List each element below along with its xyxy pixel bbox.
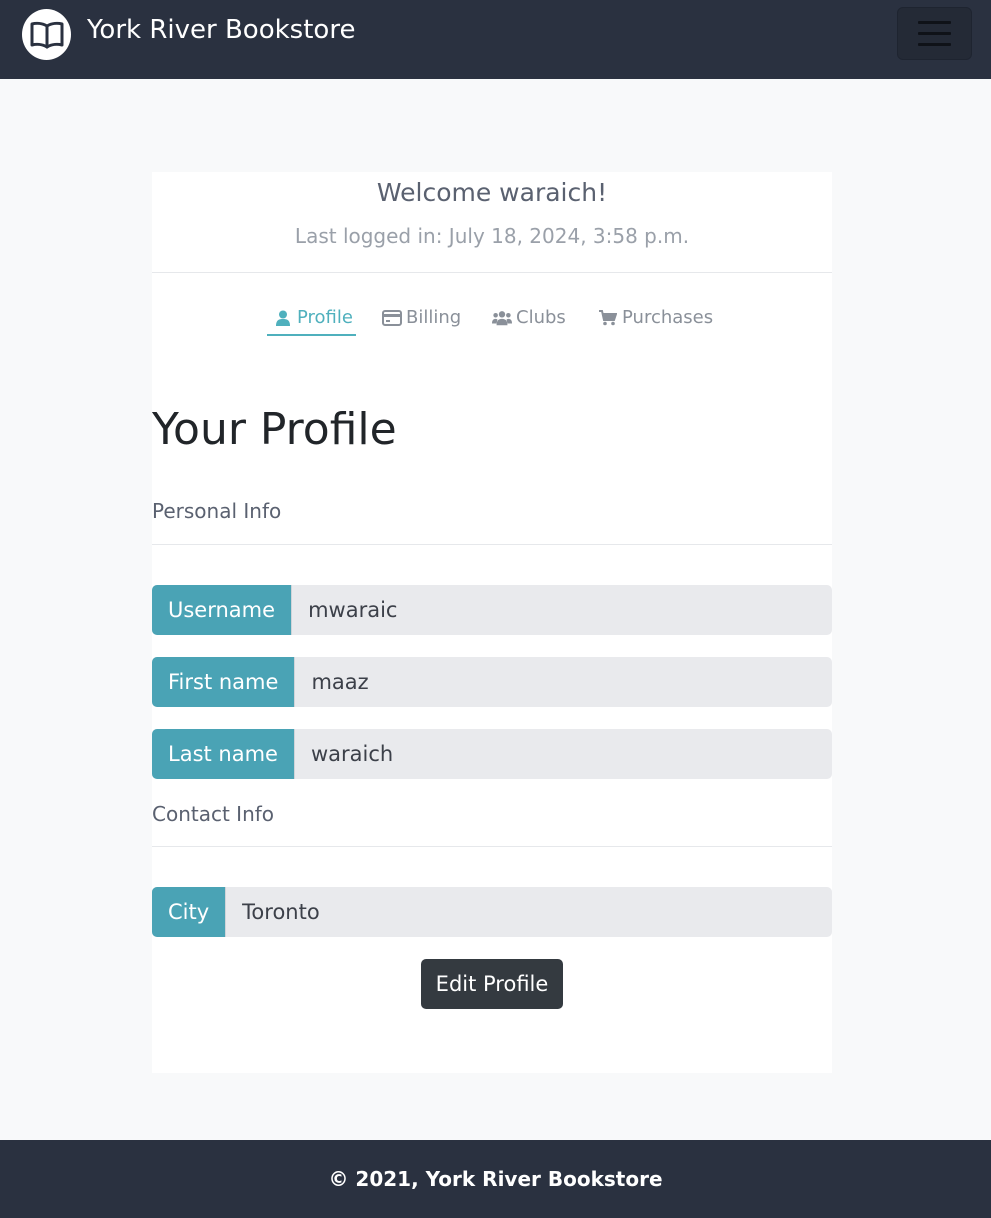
- personal-info-label: Personal Info: [152, 499, 282, 523]
- username-label: Username: [152, 585, 293, 635]
- active-tab-indicator: [267, 334, 356, 336]
- profile-card: Welcome waraich! Last logged in: July 18…: [152, 172, 832, 1073]
- last-name-field: Last name waraich: [152, 729, 832, 779]
- username-value: mwaraic: [308, 598, 398, 622]
- city-value: Toronto: [242, 900, 320, 924]
- cart-icon: [598, 308, 618, 328]
- tab-label: Billing: [406, 307, 462, 328]
- tab-purchases[interactable]: Purchases: [598, 300, 713, 336]
- tab-profile[interactable]: Profile: [273, 300, 353, 336]
- credit-card-icon: [382, 308, 402, 328]
- tab-label: Clubs: [516, 307, 566, 328]
- divider: [152, 272, 832, 273]
- last-name-label: Last name: [152, 729, 295, 779]
- page-title: Your Profile: [152, 404, 397, 455]
- tab-label: Purchases: [622, 307, 714, 328]
- divider: [152, 544, 832, 545]
- users-icon: [492, 308, 512, 328]
- brand-name[interactable]: York River Bookstore: [87, 13, 355, 47]
- contact-info-label: Contact Info: [152, 802, 275, 826]
- first-name-value: maaz: [311, 670, 369, 694]
- navbar: York River Bookstore: [0, 0, 991, 79]
- tab-clubs[interactable]: Clubs: [492, 300, 566, 336]
- tab-billing[interactable]: Billing: [382, 300, 461, 336]
- open-book-icon[interactable]: [22, 9, 71, 60]
- last-logged-in-text: Last logged in: July 18, 2024, 3:58 p.m.: [294, 224, 690, 248]
- tab-label: Profile: [297, 307, 353, 328]
- welcome-heading: Welcome waraich!: [376, 178, 608, 207]
- user-icon: [273, 308, 293, 328]
- first-name-field: First name maaz: [152, 657, 832, 707]
- divider: [152, 846, 832, 847]
- username-field: Username mwaraic: [152, 585, 832, 635]
- edit-profile-button[interactable]: Edit Profile: [421, 959, 563, 1009]
- city-label: City: [152, 887, 227, 937]
- last-name-value: waraich: [310, 742, 394, 766]
- profile-tabs: Profile Billing Clubs Purchases: [152, 300, 832, 340]
- footer: © 2021, York River Bookstore: [0, 1140, 991, 1218]
- first-name-label: First name: [152, 657, 296, 707]
- hamburger-icon[interactable]: [897, 7, 972, 60]
- footer-copyright: © 2021, York River Bookstore: [328, 1167, 663, 1191]
- city-field: City Toronto: [152, 887, 832, 937]
